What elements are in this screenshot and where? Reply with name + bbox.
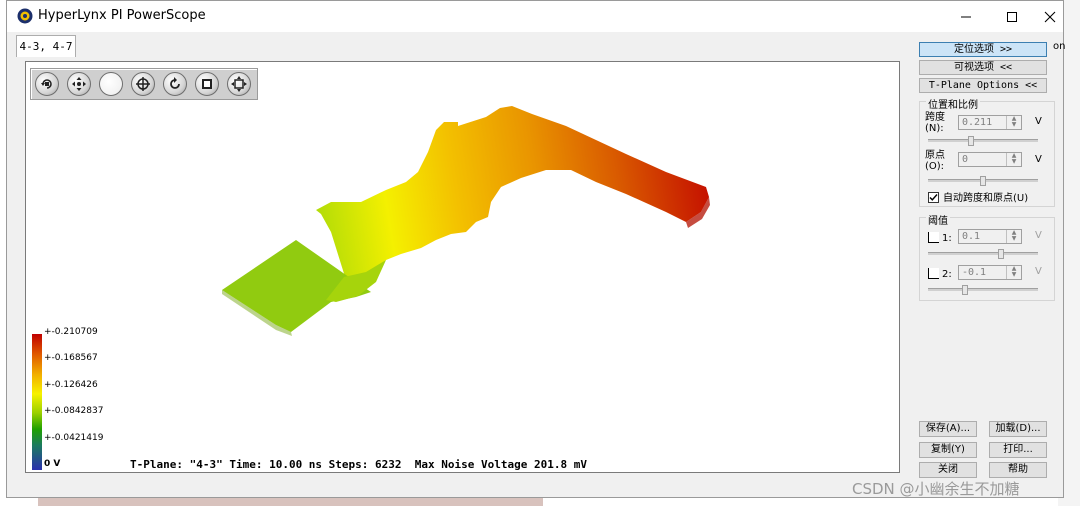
threshold-1-slider[interactable] [928,249,1038,259]
slider-thumb[interactable] [968,136,974,146]
threshold-1-unit: V [1035,230,1042,241]
checkmark-icon [929,194,938,201]
threshold-2-unit: V [1035,266,1042,277]
slider-thumb[interactable] [980,176,986,186]
print-button[interactable]: 打印... [989,442,1047,458]
origin-spinner[interactable]: ▲▼ [958,152,1022,167]
threshold-1-spinner[interactable]: ▲▼ [958,229,1022,244]
plane-upper-region [316,106,709,284]
legend-label: +-0.168567 [44,353,98,363]
spinner-arrows-icon[interactable]: ▲ ▼ [1006,266,1021,279]
span-unit: V [1035,116,1042,127]
threshold-2-slider[interactable] [928,285,1038,295]
csdn-watermark: CSDN @小幽余生不加糖 [852,480,1020,498]
legend-label: +-0.0421419 [44,433,104,443]
tplane-options-button[interactable]: T-Plane Options << [919,78,1047,93]
slider-thumb[interactable] [998,249,1004,259]
position-scale-title: 位置和比例 [926,96,980,111]
copy-button[interactable]: 复制(Y) [919,442,977,458]
threshold-title: 阈值 [926,212,950,227]
minimize-button[interactable] [943,1,989,32]
close-window-button[interactable] [1027,1,1073,32]
auto-span-origin-label[interactable]: 自动跨度和原点(U) [943,193,1028,204]
locate-options-button[interactable]: 定位选项 >> [919,42,1047,57]
voltage-plane-render [222,106,710,336]
title-bar[interactable]: HyperLynx PI PowerScope [7,1,1063,32]
load-button[interactable]: 加载(D)... [989,421,1047,437]
legend-label: +-0.0842837 [44,406,104,416]
spinner-arrows-icon[interactable]: ▲ ▼ [1006,230,1021,243]
threshold-2-checkbox[interactable] [928,268,939,279]
plane-3d-viewport[interactable]: +-0.210709 +-0.168567 +-0.126426 +-0.084… [25,61,900,473]
close-icon [1044,11,1056,22]
clipped-label: on [1053,41,1066,52]
span-spinner[interactable]: ▲▼ [958,115,1022,130]
visual-options-button[interactable]: 可视选项 << [919,60,1047,75]
legend-label: +-0.210709 [44,327,98,337]
spinner-arrows-icon[interactable]: ▲ ▼ [1006,153,1021,166]
close-button[interactable]: 关闭 [919,462,977,478]
hyperlynx-app-icon [17,8,33,24]
position-scale-group: 位置和比例 跨度 (N): ▲▼ V 原点 (O): ▲▼ V 自动跨度和原点(… [919,96,1055,207]
help-button[interactable]: 帮助 [989,462,1047,478]
powerscope-window: HyperLynx PI PowerScope 4-3, 4-7 +-0.210… [6,0,1066,498]
threshold-2-input[interactable] [960,266,1008,279]
threshold-group: 阈值 1: ▲▼ V 2: ▲▼ V [919,212,1055,301]
maximize-icon [1007,11,1017,22]
status-line: T-Plane: "4-3" Time: 10.00 ns Steps: 623… [130,458,587,471]
desktop-background-strip [38,497,543,506]
spinner-arrows-icon[interactable]: ▲ ▼ [1006,116,1021,129]
span-slider[interactable] [928,136,1038,146]
origin-input[interactable] [960,153,1008,166]
window-title: HyperLynx PI PowerScope [38,8,206,23]
threshold-2-spinner[interactable]: ▲▼ [958,265,1022,280]
origin-slider[interactable] [928,176,1038,186]
threshold-2-label: 2: [942,269,952,280]
auto-span-origin-checkbox[interactable] [928,192,939,203]
origin-label: 原点 (O): [925,150,945,172]
legend-label: 0 V [44,459,61,469]
threshold-1-input[interactable] [960,230,1008,243]
slider-thumb[interactable] [962,285,968,295]
span-label: 跨度 (N): [925,112,945,134]
origin-unit: V [1035,154,1042,165]
legend-label: +-0.126426 [44,380,98,390]
threshold-1-checkbox[interactable] [928,232,939,243]
minimize-icon [961,16,971,17]
save-button[interactable]: 保存(A)... [919,421,977,437]
tab-4-3-4-7[interactable]: 4-3, 4-7 [16,35,76,57]
voltage-color-legend [32,334,42,470]
threshold-1-label: 1: [942,233,952,244]
span-input[interactable] [960,116,1008,129]
